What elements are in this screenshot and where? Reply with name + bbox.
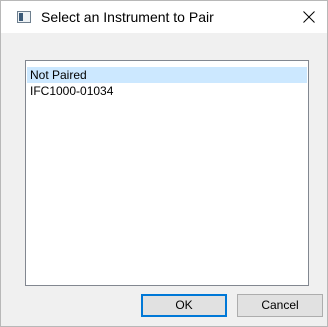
list-item-instrument[interactable]: IFC1000-01034 (27, 83, 307, 99)
instrument-listbox[interactable]: Not Paired IFC1000-01034 (25, 60, 309, 286)
ok-button[interactable]: OK (141, 294, 227, 317)
cancel-button[interactable]: Cancel (237, 294, 323, 317)
list-item-not-paired[interactable]: Not Paired (27, 67, 307, 83)
close-button[interactable] (291, 1, 327, 33)
close-icon (303, 11, 315, 23)
title-bar: Select an Instrument to Pair (1, 1, 327, 33)
dialog-title: Select an Instrument to Pair (41, 9, 214, 25)
app-window-icon (17, 11, 31, 23)
pair-instrument-dialog: Select an Instrument to Pair Not Paired … (0, 0, 328, 327)
